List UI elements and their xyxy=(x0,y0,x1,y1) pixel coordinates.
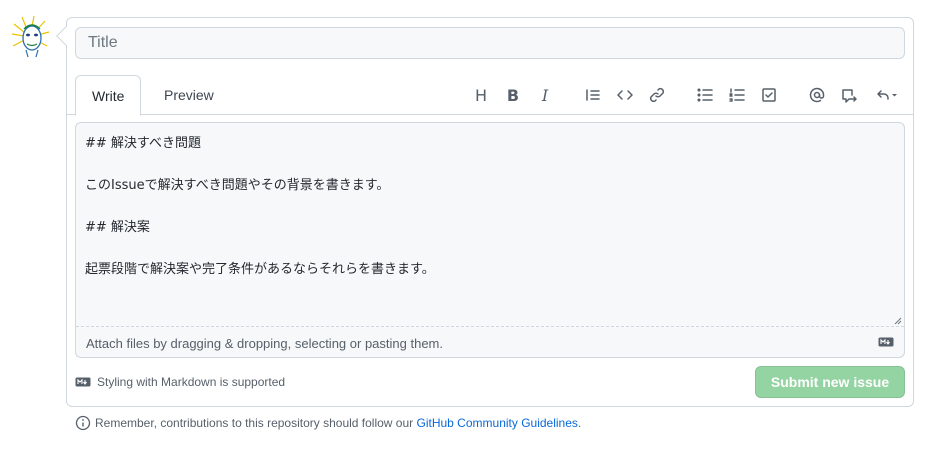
new-issue-form: Write Preview H B I xyxy=(56,17,914,407)
saved-replies-icon xyxy=(877,90,897,100)
code-button[interactable] xyxy=(611,81,639,109)
bold-button[interactable]: B xyxy=(499,81,527,109)
code-icon xyxy=(617,90,633,100)
markdown-icon xyxy=(878,337,894,347)
guidelines-suffix: . xyxy=(577,416,582,430)
guidelines-prefix: Remember, contributions to this reposito… xyxy=(95,416,417,430)
cross-reference-icon xyxy=(842,89,857,103)
saved-replies-button[interactable] xyxy=(869,81,905,109)
cross-reference-button[interactable] xyxy=(835,81,863,109)
mention-button[interactable] xyxy=(803,81,831,109)
title-input[interactable] xyxy=(75,27,905,59)
comment-body-textarea[interactable]: ## 解決すべき問題 このIssueで解決すべき問題やその背景を書きます。 ##… xyxy=(85,133,895,323)
markdown-icon xyxy=(75,377,91,387)
markdown-toolbar: H B I xyxy=(67,81,913,111)
task-list-icon xyxy=(762,88,776,102)
comment-editor[interactable]: ## 解決すべき問題 このIssueで解決すべき問題やその背景を書きます。 ##… xyxy=(75,122,905,358)
unordered-list-button[interactable] xyxy=(691,81,719,109)
submit-new-issue-button[interactable]: Submit new issue xyxy=(755,366,905,398)
markdown-support-note[interactable]: Styling with Markdown is supported xyxy=(75,375,285,389)
ordered-list-button[interactable] xyxy=(723,81,751,109)
avatar[interactable] xyxy=(10,15,50,58)
community-guidelines-link[interactable]: GitHub Community Guidelines xyxy=(417,416,578,430)
attach-files-text: Attach files by dragging & dropping, sel… xyxy=(86,336,443,351)
mention-icon xyxy=(809,87,825,103)
ordered-list-icon xyxy=(729,88,745,102)
markdown-support-text: Styling with Markdown is supported xyxy=(97,375,286,389)
file-attachment-bar[interactable]: Attach files by dragging & dropping, sel… xyxy=(76,326,904,357)
quote-button[interactable] xyxy=(579,81,607,109)
heading-button[interactable]: H xyxy=(467,81,495,109)
quote-icon xyxy=(586,89,600,101)
unordered-list-icon xyxy=(697,88,713,102)
italic-button[interactable]: I xyxy=(531,81,559,109)
task-list-button[interactable] xyxy=(755,81,783,109)
link-icon xyxy=(649,87,665,103)
link-button[interactable] xyxy=(643,81,671,109)
bold-icon: B xyxy=(506,85,520,105)
panel-pointer xyxy=(56,26,76,46)
info-icon xyxy=(75,415,91,431)
contribution-guidelines-note: Remember, contributions to this reposito… xyxy=(75,415,581,431)
italic-icon: I xyxy=(541,85,549,105)
heading-icon: H xyxy=(474,85,488,105)
resize-handle-icon[interactable] xyxy=(894,317,902,325)
